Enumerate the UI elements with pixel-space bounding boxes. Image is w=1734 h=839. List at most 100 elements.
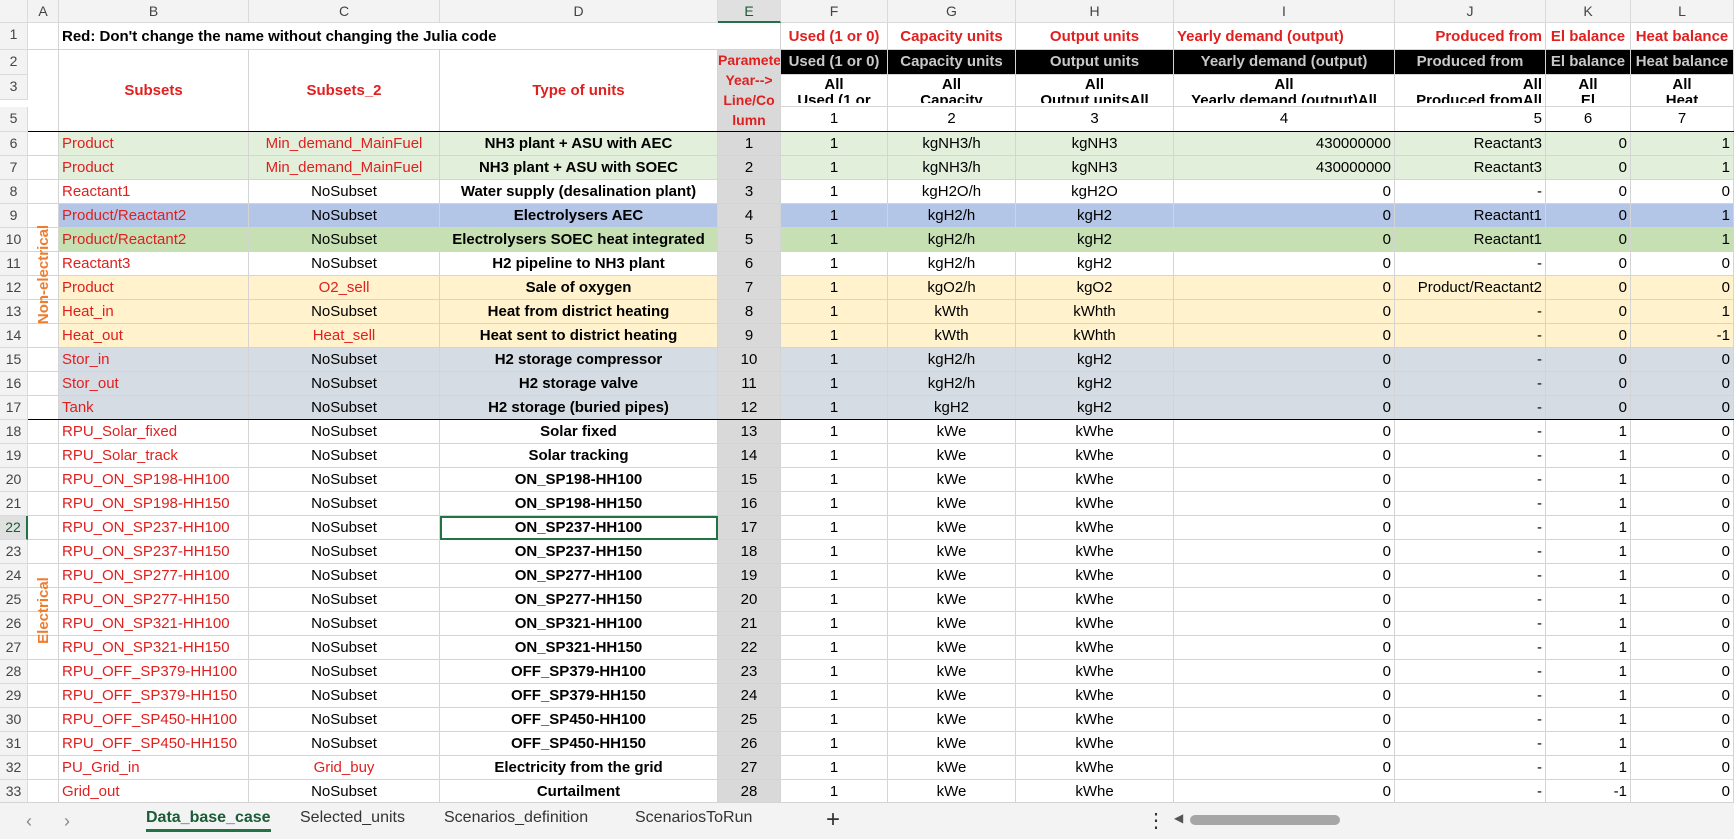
unit-type-cell[interactable]: Heat sent to district heating bbox=[440, 324, 718, 348]
capacity-units-cell[interactable]: kWe bbox=[888, 468, 1016, 492]
heat-balance-cell[interactable]: 0 bbox=[1631, 540, 1734, 564]
unit-type-cell[interactable]: H2 storage compressor bbox=[440, 348, 718, 372]
used-cell[interactable]: 1 bbox=[781, 228, 888, 252]
row-header[interactable]: 10 bbox=[0, 228, 28, 252]
column-header-f[interactable]: F bbox=[781, 0, 888, 23]
row-header[interactable]: 13 bbox=[0, 300, 28, 324]
all-cell-h[interactable]: All Output unitsAll bbox=[1016, 75, 1174, 107]
subset-cell[interactable]: RPU_Solar_fixed bbox=[59, 420, 249, 444]
subset2-cell[interactable]: NoSubset bbox=[249, 708, 440, 732]
line-number-cell[interactable]: 21 bbox=[718, 612, 781, 636]
cell[interactable] bbox=[28, 132, 59, 156]
cell[interactable] bbox=[28, 540, 59, 564]
used-cell[interactable]: 1 bbox=[781, 132, 888, 156]
output-units-cell[interactable]: kWhe bbox=[1016, 468, 1174, 492]
yearly-demand-cell[interactable]: 0 bbox=[1174, 180, 1395, 204]
used-cell[interactable]: 1 bbox=[781, 324, 888, 348]
line-number-cell[interactable]: 15 bbox=[718, 468, 781, 492]
output-units-cell[interactable]: kWhe bbox=[1016, 756, 1174, 780]
el-balance-cell[interactable]: 0 bbox=[1546, 396, 1631, 420]
used-cell[interactable]: 1 bbox=[781, 276, 888, 300]
produced-from-cell[interactable]: Reactant1 bbox=[1395, 204, 1546, 228]
cell[interactable] bbox=[28, 156, 59, 180]
index-cell-k[interactable]: 6 bbox=[1546, 107, 1631, 132]
heat-balance-cell[interactable]: 0 bbox=[1631, 660, 1734, 684]
row-header[interactable]: 18 bbox=[0, 420, 28, 444]
yearly-demand-cell[interactable]: 0 bbox=[1174, 324, 1395, 348]
subset-cell[interactable]: Stor_out bbox=[59, 372, 249, 396]
subset-cell[interactable]: Product/Reactant2 bbox=[59, 228, 249, 252]
row-header[interactable]: 9 bbox=[0, 204, 28, 228]
output-units-cell[interactable]: kgH2 bbox=[1016, 348, 1174, 372]
subset2-cell[interactable]: NoSubset bbox=[249, 252, 440, 276]
yearly-demand-cell[interactable]: 0 bbox=[1174, 588, 1395, 612]
used-cell[interactable]: 1 bbox=[781, 180, 888, 204]
line-number-cell[interactable]: 5 bbox=[718, 228, 781, 252]
heat-balance-cell[interactable]: 0 bbox=[1631, 180, 1734, 204]
label-cell-k[interactable]: El balance bbox=[1546, 50, 1631, 75]
capacity-units-cell[interactable]: kWe bbox=[888, 564, 1016, 588]
el-balance-cell[interactable]: 1 bbox=[1546, 444, 1631, 468]
line-number-cell[interactable]: 12 bbox=[718, 396, 781, 420]
output-units-cell[interactable]: kgO2 bbox=[1016, 276, 1174, 300]
type-of-units-header[interactable]: Type of units bbox=[440, 50, 718, 132]
yearly-demand-cell[interactable]: 0 bbox=[1174, 612, 1395, 636]
output-units-cell[interactable]: kWhe bbox=[1016, 636, 1174, 660]
unit-type-cell[interactable]: Curtailment bbox=[440, 780, 718, 802]
header-cell-g[interactable]: Capacity units bbox=[888, 23, 1016, 50]
subset2-cell[interactable]: NoSubset bbox=[249, 588, 440, 612]
yearly-demand-cell[interactable]: 0 bbox=[1174, 684, 1395, 708]
capacity-units-cell[interactable]: kgH2/h bbox=[888, 252, 1016, 276]
line-number-cell[interactable]: 14 bbox=[718, 444, 781, 468]
heat-balance-cell[interactable]: 0 bbox=[1631, 252, 1734, 276]
subset2-cell[interactable]: NoSubset bbox=[249, 564, 440, 588]
subset-cell[interactable]: Reactant3 bbox=[59, 252, 249, 276]
row-header[interactable]: 28 bbox=[0, 660, 28, 684]
cell[interactable] bbox=[28, 492, 59, 516]
subset2-cell[interactable]: NoSubset bbox=[249, 228, 440, 252]
scroll-left-icon[interactable]: ◀ bbox=[1174, 811, 1183, 825]
header-cell-f[interactable]: Used (1 or 0) bbox=[781, 23, 888, 50]
tab-selected-units[interactable]: Selected_units bbox=[300, 809, 405, 827]
unit-type-cell[interactable]: Solar fixed bbox=[440, 420, 718, 444]
yearly-demand-cell[interactable]: 0 bbox=[1174, 636, 1395, 660]
el-balance-cell[interactable]: 1 bbox=[1546, 540, 1631, 564]
cell[interactable] bbox=[28, 348, 59, 372]
subset-cell[interactable]: RPU_OFF_SP450-HH150 bbox=[59, 732, 249, 756]
subset2-cell[interactable]: NoSubset bbox=[249, 660, 440, 684]
note-cell[interactable]: Red: Don't change the name without chang… bbox=[59, 23, 781, 50]
line-number-cell[interactable]: 18 bbox=[718, 540, 781, 564]
yearly-demand-cell[interactable]: 0 bbox=[1174, 492, 1395, 516]
label-cell-h[interactable]: Output units bbox=[1016, 50, 1174, 75]
output-units-cell[interactable]: kgNH3 bbox=[1016, 132, 1174, 156]
subset2-cell[interactable]: NoSubset bbox=[249, 636, 440, 660]
used-cell[interactable]: 1 bbox=[781, 540, 888, 564]
cell[interactable] bbox=[28, 468, 59, 492]
tab-data-base-case[interactable]: Data_base_case bbox=[146, 809, 271, 832]
header-cell-k[interactable]: El balance bbox=[1546, 23, 1631, 50]
output-units-cell[interactable]: kWhe bbox=[1016, 564, 1174, 588]
line-number-cell[interactable]: 26 bbox=[718, 732, 781, 756]
el-balance-cell[interactable]: 1 bbox=[1546, 516, 1631, 540]
subset2-cell[interactable]: NoSubset bbox=[249, 612, 440, 636]
used-cell[interactable]: 1 bbox=[781, 660, 888, 684]
row-header[interactable]: 16 bbox=[0, 372, 28, 396]
header-cell-h[interactable]: Output units bbox=[1016, 23, 1174, 50]
el-balance-cell[interactable]: 0 bbox=[1546, 132, 1631, 156]
output-units-cell[interactable]: kWhe bbox=[1016, 708, 1174, 732]
chevron-left-icon[interactable]: ‹ bbox=[26, 811, 32, 832]
row-header[interactable]: 29 bbox=[0, 684, 28, 708]
capacity-units-cell[interactable]: kWe bbox=[888, 612, 1016, 636]
label-cell-g[interactable]: Capacity units bbox=[888, 50, 1016, 75]
subset-cell[interactable]: RPU_ON_SP277-HH100 bbox=[59, 564, 249, 588]
produced-from-cell[interactable]: - bbox=[1395, 636, 1546, 660]
column-header-d[interactable]: D bbox=[440, 0, 718, 23]
produced-from-cell[interactable]: - bbox=[1395, 564, 1546, 588]
heat-balance-cell[interactable]: 0 bbox=[1631, 588, 1734, 612]
capacity-units-cell[interactable]: kWth bbox=[888, 324, 1016, 348]
yearly-demand-cell[interactable]: 0 bbox=[1174, 396, 1395, 420]
column-header-g[interactable]: G bbox=[888, 0, 1016, 23]
row-header[interactable]: 12 bbox=[0, 276, 28, 300]
subset2-cell[interactable]: NoSubset bbox=[249, 540, 440, 564]
cell[interactable] bbox=[28, 684, 59, 708]
